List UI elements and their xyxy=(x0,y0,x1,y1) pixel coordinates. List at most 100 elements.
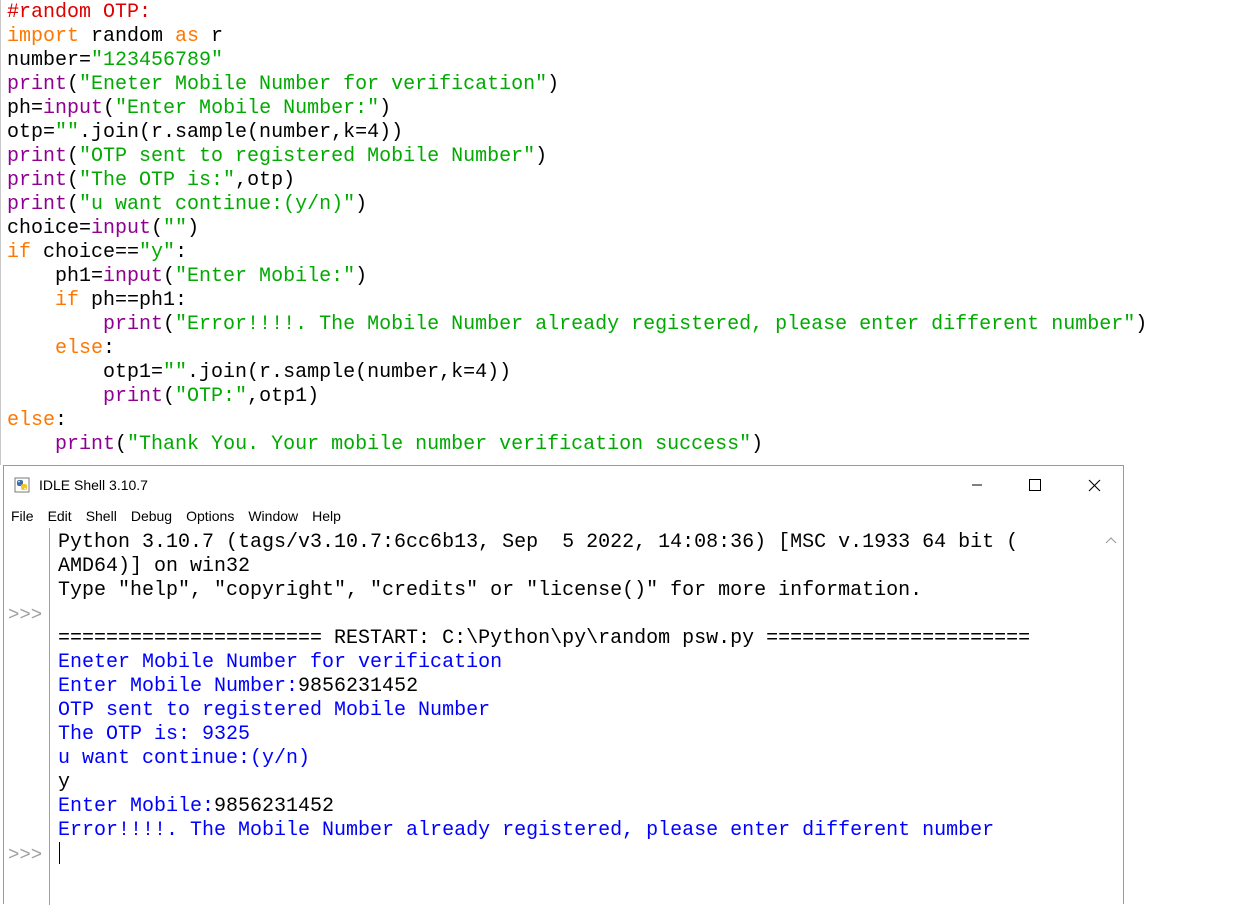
code-line: print("Thank You. Your mobile number ver… xyxy=(7,433,763,457)
code-token: "" xyxy=(163,217,188,240)
shell-output-area[interactable]: Python 3.10.7 (tags/v3.10.7:6cc6b13, Sep… xyxy=(50,528,1100,905)
program-output: Enter Mobile: xyxy=(58,795,215,818)
code-line: if choice=="y": xyxy=(7,241,187,265)
menu-shell[interactable]: Shell xyxy=(79,504,124,528)
shell-line: AMD64)] on win32 xyxy=(58,555,250,579)
window-title: IDLE Shell 3.10.7 xyxy=(39,477,148,493)
code-token: number= xyxy=(7,49,92,72)
code-token: random xyxy=(79,25,176,48)
menu-debug[interactable]: Debug xyxy=(124,504,179,528)
code-token: "Enter Mobile:" xyxy=(175,265,356,288)
code-token: ) xyxy=(379,97,392,120)
code-token: r xyxy=(199,25,224,48)
code-token: otp= xyxy=(7,121,56,144)
code-token: ( xyxy=(67,73,80,96)
code-token: "The OTP is:" xyxy=(79,169,236,192)
code-token: print xyxy=(103,313,164,336)
menu-options[interactable]: Options xyxy=(179,504,241,528)
code-token: input xyxy=(91,217,152,240)
maximize-icon xyxy=(1029,479,1041,491)
vertical-scrollbar[interactable] xyxy=(1099,528,1123,905)
shell-text: AMD64)] on win32 xyxy=(58,555,251,578)
shell-prompt: >>> xyxy=(8,604,43,626)
code-token: ,otp) xyxy=(235,169,296,192)
code-token: : xyxy=(103,337,116,360)
minimize-icon xyxy=(972,484,982,486)
minimize-button[interactable] xyxy=(949,466,1005,504)
code-token: input xyxy=(103,265,164,288)
code-token: else xyxy=(7,409,56,432)
shell-line: Type "help", "copyright", "credits" or "… xyxy=(58,579,922,603)
shell-line: y xyxy=(58,771,70,795)
code-token: print xyxy=(7,73,68,96)
code-token: .join(r.sample(number,k=4)) xyxy=(79,121,404,144)
code-token: "y" xyxy=(139,241,176,264)
code-line: ph1=input("Enter Mobile:") xyxy=(7,265,367,289)
menu-help[interactable]: Help xyxy=(305,504,348,528)
code-token: ) xyxy=(1135,313,1148,336)
code-token: ( xyxy=(115,433,128,456)
code-token: print xyxy=(7,193,68,216)
code-token: ( xyxy=(67,169,80,192)
code-line: else: xyxy=(7,409,67,433)
code-token: ph1= xyxy=(7,265,104,288)
title-bar[interactable]: IDLE Shell 3.10.7 xyxy=(4,466,1123,504)
code-token: print xyxy=(7,145,68,168)
scroll-up-button[interactable] xyxy=(1099,532,1123,548)
text-cursor xyxy=(59,842,60,864)
shell-prompt-sidebar: >>> >>> xyxy=(4,528,50,905)
code-token: #random OTP: xyxy=(7,1,152,24)
code-token: import xyxy=(7,25,80,48)
code-token: ( xyxy=(151,217,164,240)
menu-file[interactable]: File xyxy=(4,504,41,528)
code-token: "" xyxy=(55,121,80,144)
code-line: otp="".join(r.sample(number,k=4)) xyxy=(7,121,403,145)
code-token: ( xyxy=(67,145,80,168)
code-line: print("OTP:",otp1) xyxy=(7,385,319,409)
code-token: "Enter Mobile Number:" xyxy=(115,97,380,120)
code-token: .join(r.sample(number,k=4)) xyxy=(187,361,512,384)
code-editor[interactable]: #random OTP: import random as r number="12… xyxy=(0,0,1247,465)
code-token: ( xyxy=(67,193,80,216)
code-token: ,otp1) xyxy=(247,385,320,408)
program-output: Eneter Mobile Number for verification xyxy=(58,651,503,674)
code-token: else xyxy=(55,337,104,360)
code-token: ( xyxy=(163,265,176,288)
code-line: print("Error!!!!. The Mobile Number alre… xyxy=(7,313,1147,337)
shell-text: Python 3.10.7 (tags/v3.10.7:6cc6b13, Sep… xyxy=(58,531,1019,554)
code-token: as xyxy=(175,25,200,48)
idle-shell-window: IDLE Shell 3.10.7 File Edit Shell Debug Opti… xyxy=(3,465,1124,905)
code-token: ph= xyxy=(7,97,44,120)
code-token: print xyxy=(7,169,68,192)
close-icon xyxy=(1088,479,1100,491)
code-line: print("The OTP is:",otp) xyxy=(7,169,295,193)
shell-text: ====================== RESTART: C:\Pytho… xyxy=(58,627,1031,650)
shell-line: Enter Mobile Number:9856231452 xyxy=(58,675,418,699)
close-button[interactable] xyxy=(1066,466,1122,504)
code-token: otp1= xyxy=(7,361,164,384)
program-output: OTP sent to registered Mobile Number xyxy=(58,699,491,722)
code-token: choice= xyxy=(7,217,92,240)
user-input: 9856231452 xyxy=(298,675,419,698)
code-line: choice=input("") xyxy=(7,217,199,241)
code-token: ) xyxy=(355,265,368,288)
code-line: print("u want continue:(y/n)") xyxy=(7,193,367,217)
program-output: u want continue:(y/n) xyxy=(58,747,311,770)
code-token: if xyxy=(7,241,32,264)
python-idle-icon xyxy=(14,477,30,493)
code-line: otp1="".join(r.sample(number,k=4)) xyxy=(7,361,511,385)
program-output: Enter Mobile Number: xyxy=(58,675,299,698)
menu-window[interactable]: Window xyxy=(241,504,305,528)
shell-line: Eneter Mobile Number for verification xyxy=(58,651,502,675)
code-token: "Error!!!!. The Mobile Number already re… xyxy=(175,313,1136,336)
menu-edit[interactable]: Edit xyxy=(41,504,79,528)
maximize-button[interactable] xyxy=(1007,466,1063,504)
shell-line: OTP sent to registered Mobile Number xyxy=(58,699,490,723)
code-line: else: xyxy=(7,337,115,361)
program-output: The OTP is: 9325 xyxy=(58,723,251,746)
